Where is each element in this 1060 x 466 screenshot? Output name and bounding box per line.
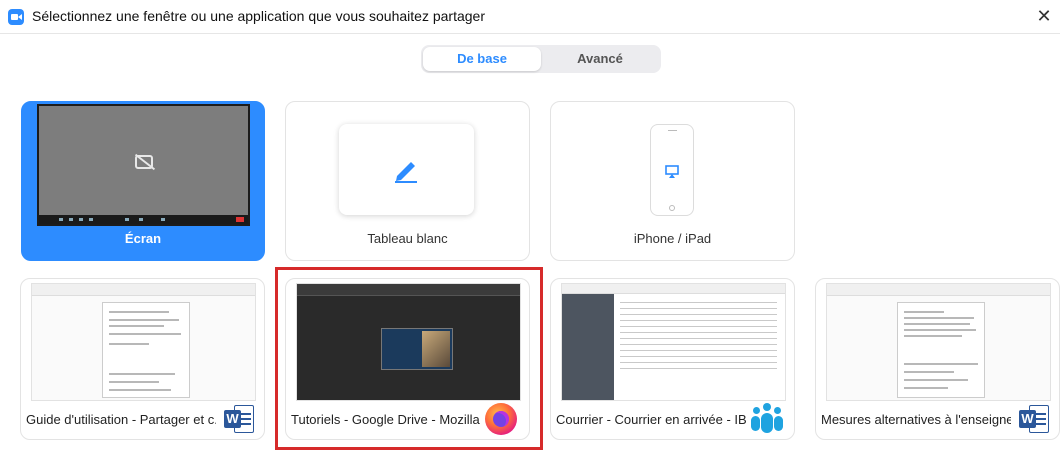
phone-graphic: [650, 124, 694, 216]
window-preview: [826, 283, 1051, 401]
window-title: Sélectionnez une fenêtre ou une applicat…: [32, 8, 485, 24]
window-thumbnail-courrier[interactable]: Courrier - Courrier en arrivée - IB...: [550, 278, 795, 440]
window-thumbnail-mesures[interactable]: Mesures alternatives à l'enseigne... W: [815, 278, 1060, 440]
window-thumbnail-guide[interactable]: Guide d'utilisation - Partager et c... W: [20, 278, 265, 440]
firefox-icon: [485, 403, 517, 435]
share-mode-tabs: De base Avancé: [421, 45, 661, 73]
window-label: Tutoriels - Google Drive - Mozilla ...: [291, 412, 481, 427]
window-preview: [296, 283, 521, 401]
window-label: Mesures alternatives à l'enseigne...: [821, 412, 1011, 427]
share-option-iphone-ipad[interactable]: iPhone / iPad: [550, 101, 795, 261]
window-label: Courrier - Courrier en arrivée - IB...: [556, 412, 746, 427]
share-option-whiteboard[interactable]: Tableau blanc: [285, 101, 530, 261]
window-label: Guide d'utilisation - Partager et c...: [26, 412, 216, 427]
ibm-notes-icon: [750, 403, 784, 435]
pen-icon: [395, 162, 417, 183]
window-preview: [561, 283, 786, 401]
whiteboard-tile: [339, 124, 474, 215]
tab-advanced[interactable]: Avancé: [541, 47, 659, 71]
share-option-label: Écran: [124, 231, 162, 246]
screen-preview: [37, 104, 250, 226]
camera-off-icon: [135, 155, 153, 169]
title-bar: Sélectionnez une fenêtre ou une applicat…: [0, 0, 1060, 34]
screen-taskbar: [39, 215, 248, 224]
phone-home-button: [669, 205, 675, 211]
window-thumbnail-tutoriels[interactable]: Tutoriels - Google Drive - Mozilla ...: [285, 278, 530, 440]
word-letter: W: [1019, 410, 1036, 428]
word-icon: W: [224, 405, 254, 433]
share-option-label: iPhone / iPad: [633, 231, 712, 246]
close-button[interactable]: ✕: [1034, 5, 1054, 27]
word-icon: W: [1019, 405, 1049, 433]
airplay-icon: [665, 165, 679, 178]
tab-basic[interactable]: De base: [423, 47, 541, 71]
word-letter: W: [224, 410, 241, 428]
share-option-label: Tableau blanc: [367, 231, 448, 246]
window-preview: [31, 283, 256, 401]
share-option-screen[interactable]: Écran: [21, 101, 265, 261]
zoom-app-icon: [8, 9, 24, 25]
